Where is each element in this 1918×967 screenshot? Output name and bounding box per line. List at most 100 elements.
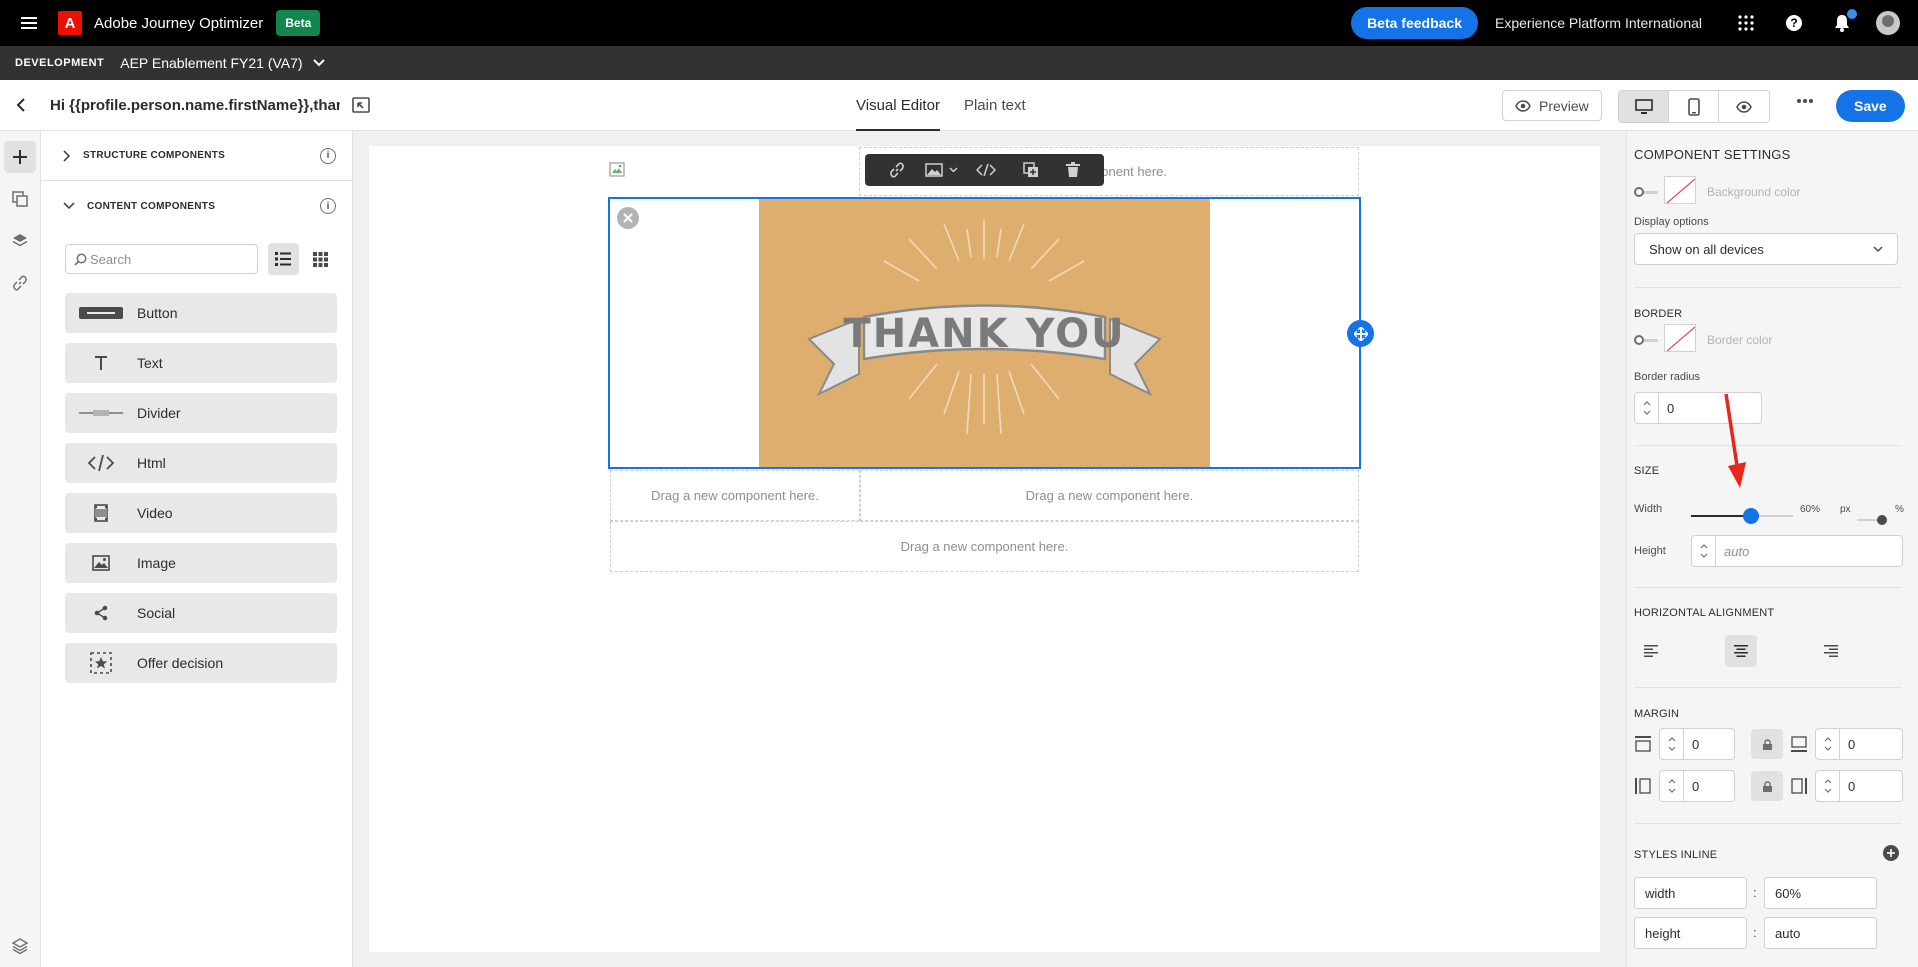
avatar[interactable] (1876, 11, 1900, 35)
remove-component-button[interactable] (617, 207, 639, 229)
align-left-button[interactable] (1635, 635, 1667, 667)
divider (1634, 445, 1902, 446)
tab-plain-text[interactable]: Plain text (964, 80, 1026, 131)
component-text[interactable]: Text (65, 343, 337, 383)
chevron-up-icon[interactable] (1668, 779, 1676, 784)
grid-view-button[interactable] (305, 243, 336, 275)
toolbar-image-button[interactable] (920, 154, 963, 186)
align-right-button[interactable] (1815, 635, 1847, 667)
drop-zone[interactable]: Drag a new component here. (610, 470, 860, 521)
duplicate-icon (1023, 162, 1039, 177)
preview-button[interactable]: Preview (1502, 90, 1602, 121)
search-input[interactable]: Search (65, 244, 258, 274)
background-color-swatch[interactable] (1664, 176, 1696, 204)
style-property-input[interactable]: height (1634, 917, 1747, 949)
sandbox-switcher[interactable]: AEP Enablement FY21 (VA7) (120, 55, 302, 71)
margin-lock-button[interactable] (1751, 771, 1783, 801)
org-switcher[interactable]: Experience Platform International (1495, 15, 1702, 31)
save-button[interactable]: Save (1836, 90, 1905, 122)
chevron-down-icon (63, 202, 75, 210)
chevron-up-icon[interactable] (1700, 544, 1708, 549)
mobile-view-button[interactable] (1669, 91, 1719, 122)
add-style-button[interactable] (1883, 845, 1899, 861)
add-component-button[interactable] (1347, 320, 1374, 347)
help-button[interactable]: ? (1770, 14, 1818, 32)
margin-right-stepper[interactable]: 0 (1815, 770, 1903, 802)
align-center-button[interactable] (1725, 635, 1757, 667)
chevron-down-icon[interactable] (1668, 788, 1676, 793)
notification-dot (1847, 9, 1857, 19)
width-slider[interactable] (1691, 508, 1793, 524)
info-icon[interactable]: i (320, 198, 336, 214)
layers-button[interactable] (4, 225, 36, 257)
margin-top-stepper[interactable]: 0 (1659, 728, 1735, 760)
component-image[interactable]: Image (65, 543, 337, 583)
margin-right-icon (1791, 778, 1807, 794)
edit-subject-icon[interactable] (352, 97, 370, 113)
beta-feedback-button[interactable]: Beta feedback (1351, 7, 1478, 39)
component-settings-panel: COMPONENT SETTINGS Background color Disp… (1626, 131, 1918, 967)
chevron-up-icon[interactable] (1668, 737, 1676, 742)
style-value-input[interactable]: auto (1764, 917, 1877, 949)
chevron-down-icon[interactable] (1668, 746, 1676, 751)
info-icon[interactable]: i (320, 147, 336, 164)
toolbar-delete-button[interactable] (1053, 154, 1094, 186)
toolbar-link-button[interactable] (875, 154, 920, 186)
margin-left-stepper[interactable]: 0 (1659, 770, 1735, 802)
chevron-up-icon[interactable] (1824, 779, 1832, 784)
border-color-swatch[interactable] (1664, 324, 1696, 352)
structure-components-section[interactable]: STRUCTURE COMPONENTS i (41, 131, 352, 181)
broken-image-icon[interactable] (609, 162, 627, 178)
chevron-down-icon[interactable] (1643, 410, 1651, 415)
chevron-down-icon[interactable] (1824, 788, 1832, 793)
chevron-up-icon[interactable] (1824, 737, 1832, 742)
menu-button[interactable] (0, 16, 58, 30)
toolbar-duplicate-button[interactable] (1010, 154, 1053, 186)
chevron-up-icon[interactable] (1643, 401, 1651, 406)
offer-decision-icon (90, 652, 112, 674)
thank-you-image[interactable]: THANK YOU (759, 199, 1210, 467)
border-color-toggle[interactable] (1634, 334, 1660, 346)
display-options-select[interactable]: Show on all devices (1634, 233, 1898, 265)
add-components-button[interactable] (4, 141, 36, 173)
component-divider[interactable]: Divider (65, 393, 337, 433)
component-social[interactable]: Social (65, 593, 337, 633)
toolbar-code-button[interactable] (963, 154, 1010, 186)
drop-zone[interactable]: Drag a new component here. (610, 521, 1359, 572)
app-name[interactable]: Adobe Journey Optimizer (94, 15, 263, 32)
tab-visual-editor[interactable]: Visual Editor (856, 80, 940, 131)
margin-lock-button[interactable] (1751, 729, 1783, 759)
more-icon[interactable] (1796, 98, 1814, 104)
width-slider-thumb[interactable] (1742, 508, 1759, 524)
content-components-section[interactable]: CONTENT COMPONENTS i (41, 181, 352, 231)
drop-zone[interactable]: Drag a new component here. (860, 470, 1359, 521)
notifications-button[interactable] (1818, 9, 1866, 32)
component-html[interactable]: Html (65, 443, 337, 483)
apps-button[interactable] (1722, 15, 1770, 31)
margin-bottom-stepper[interactable]: 0 (1815, 728, 1903, 760)
style-value-input[interactable]: 60% (1764, 877, 1877, 909)
preview-toggle-button[interactable] (1719, 91, 1769, 122)
style-property-input[interactable]: width (1634, 877, 1747, 909)
mobile-icon (1687, 97, 1700, 116)
height-stepper[interactable]: auto (1691, 535, 1903, 567)
back-button[interactable] (0, 98, 44, 112)
component-video[interactable]: Video (65, 493, 337, 533)
adobe-logo[interactable]: A (58, 11, 82, 35)
unit-toggle[interactable] (1857, 515, 1887, 525)
assets-button[interactable] (4, 183, 36, 215)
chevron-down-icon[interactable] (1700, 553, 1708, 558)
list-view-button[interactable] (267, 243, 299, 275)
links-button[interactable] (4, 267, 36, 299)
desktop-view-button[interactable] (1619, 91, 1669, 122)
layers-settings-icon (11, 938, 29, 955)
background-color-toggle[interactable] (1634, 186, 1660, 198)
component-offer-decision[interactable]: Offer decision (65, 643, 337, 683)
chevron-down-icon[interactable] (1824, 746, 1832, 751)
component-button[interactable]: Button (65, 293, 337, 333)
unit-percent-label[interactable]: % (1895, 504, 1904, 515)
unit-px-label[interactable]: px (1840, 504, 1851, 515)
feature-settings-button[interactable] (11, 938, 29, 957)
chevron-down-icon[interactable] (312, 59, 325, 67)
height-label: Height (1634, 545, 1666, 557)
